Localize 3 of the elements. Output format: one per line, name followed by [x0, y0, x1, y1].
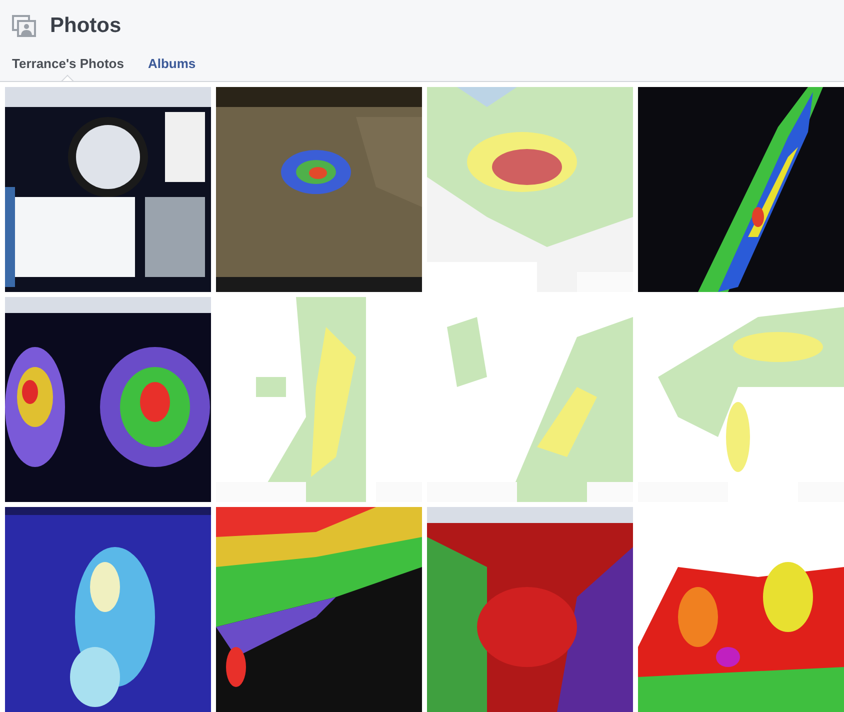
photos-icon: [12, 15, 36, 37]
tab[interactable]: Albums: [148, 56, 196, 81]
page-title: Photos: [50, 14, 122, 38]
